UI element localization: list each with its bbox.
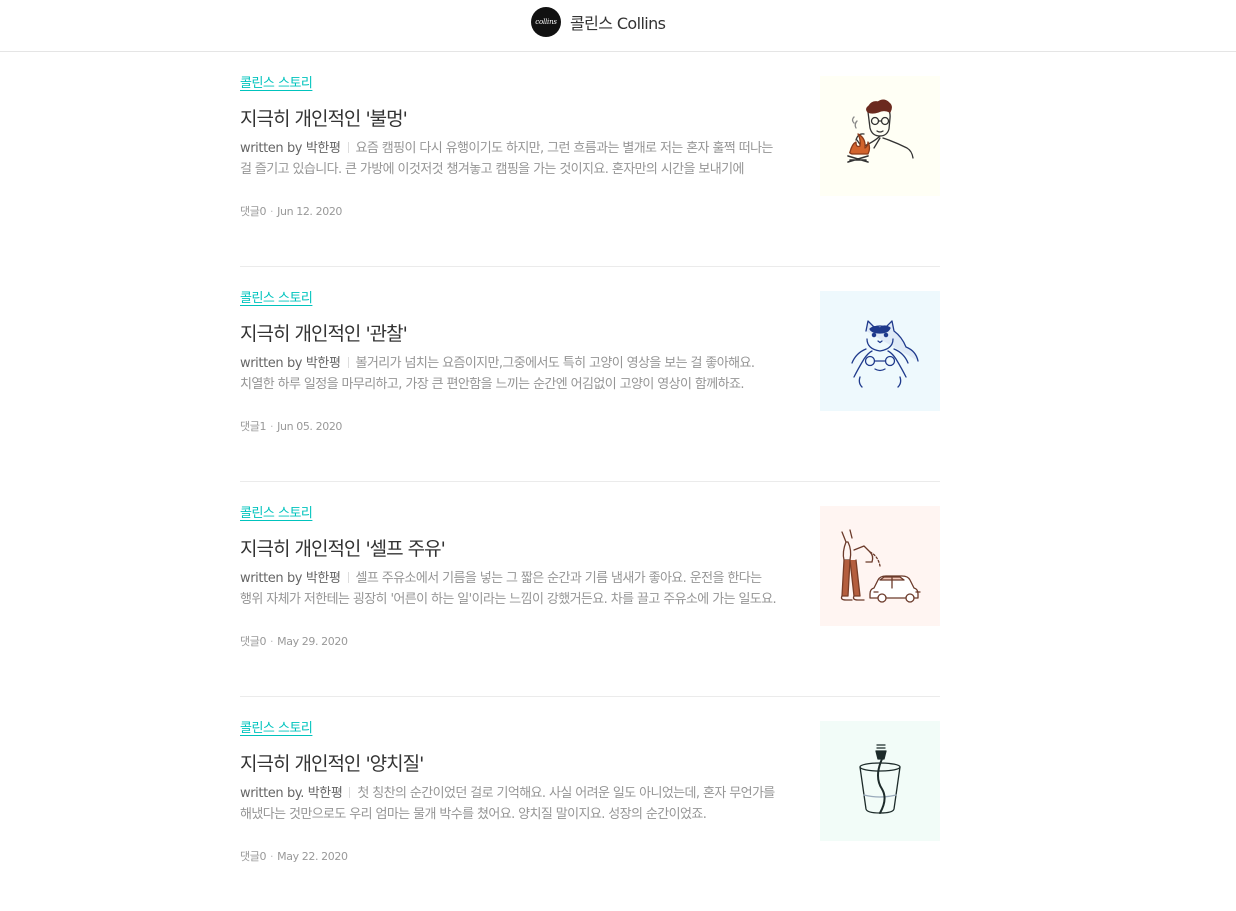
list-item[interactable]: 콜린스 스토리 지극히 개인적인 '관찰' written by 박한평 볼거리가… <box>240 267 940 482</box>
list-item[interactable]: 콜린스 스토리 지극히 개인적인 '양치질' written by. 박한평 첫 … <box>240 697 940 911</box>
post-thumbnail[interactable] <box>820 506 940 626</box>
fueling-car-illustration-icon <box>840 529 921 603</box>
post-summary[interactable]: written by 박한평 셀프 주유소에서 기름을 넣는 그 짧은 순간과 기… <box>240 568 780 610</box>
post-date: Jun 12. 2020 <box>277 205 343 218</box>
post-date: May 29. 2020 <box>277 635 348 648</box>
post-title[interactable]: 지극히 개인적인 '셀프 주유' <box>240 534 446 561</box>
post-thumbnail[interactable] <box>820 291 940 411</box>
divider <box>347 572 349 583</box>
brand-name: 콜린스 Collins <box>570 14 666 33</box>
post-title[interactable]: 지극히 개인적인 '불멍' <box>240 104 408 131</box>
category-link[interactable]: 콜린스 스토리 <box>240 72 313 91</box>
post-title[interactable]: 지극히 개인적인 '양치질' <box>240 749 424 776</box>
top-header: collins 콜린스 Collins <box>0 0 1236 52</box>
post-author: written by 박한평 <box>240 141 341 156</box>
collins-logo-icon: collins <box>531 7 561 37</box>
post-meta: 댓글0 · May 22. 2020 <box>240 848 348 864</box>
meta-dot: · <box>270 205 274 218</box>
divider <box>349 787 351 798</box>
post-thumbnail[interactable] <box>820 721 940 841</box>
cat-on-head-illustration-icon <box>851 320 919 388</box>
category-link[interactable]: 콜린스 스토리 <box>240 287 313 306</box>
category-link[interactable]: 콜린스 스토리 <box>240 717 313 736</box>
post-author: written by 박한평 <box>240 356 341 371</box>
post-author: written by 박한평 <box>240 571 341 586</box>
post-meta: 댓글1 · Jun 05. 2020 <box>240 418 342 434</box>
brand-link[interactable]: collins 콜린스 Collins <box>531 7 666 37</box>
post-summary[interactable]: written by 박한평 요즘 캠핑이 다시 유행이기도 하지만, 그런 흐름… <box>240 138 780 180</box>
post-author: written by. 박한평 <box>240 786 343 801</box>
post-list: 콜린스 스토리 지극히 개인적인 '불멍' written by 박한평 요즘 캠… <box>240 52 940 911</box>
list-item[interactable]: 콜린스 스토리 지극히 개인적인 '셀프 주유' written by 박한평 셀… <box>240 482 940 697</box>
comment-count: 댓글0 <box>240 850 267 863</box>
post-meta: 댓글0 · May 29. 2020 <box>240 633 348 649</box>
campfire-person-illustration-icon <box>847 99 914 163</box>
category-link[interactable]: 콜린스 스토리 <box>240 502 313 521</box>
meta-dot: · <box>270 850 274 863</box>
divider <box>347 142 349 153</box>
post-date: May 22. 2020 <box>277 850 348 863</box>
divider <box>347 357 349 368</box>
post-meta: 댓글0 · Jun 12. 2020 <box>240 203 342 219</box>
post-summary[interactable]: written by 박한평 볼거리가 넘치는 요즘이지만,그중에서도 특히 고양… <box>240 353 780 395</box>
meta-dot: · <box>270 635 274 648</box>
post-thumbnail[interactable] <box>820 76 940 196</box>
post-summary[interactable]: written by. 박한평 첫 칭찬의 순간이었던 걸로 기억해요. 사실 어… <box>240 783 780 825</box>
comment-count: 댓글0 <box>240 635 267 648</box>
list-item[interactable]: 콜린스 스토리 지극히 개인적인 '불멍' written by 박한평 요즘 캠… <box>240 52 940 267</box>
comment-count: 댓글0 <box>240 205 267 218</box>
meta-dot: · <box>270 420 274 433</box>
toothbrush-cup-illustration-icon <box>859 744 901 814</box>
post-title[interactable]: 지극히 개인적인 '관찰' <box>240 319 408 346</box>
comment-count: 댓글1 <box>240 420 267 433</box>
post-date: Jun 05. 2020 <box>277 420 343 433</box>
